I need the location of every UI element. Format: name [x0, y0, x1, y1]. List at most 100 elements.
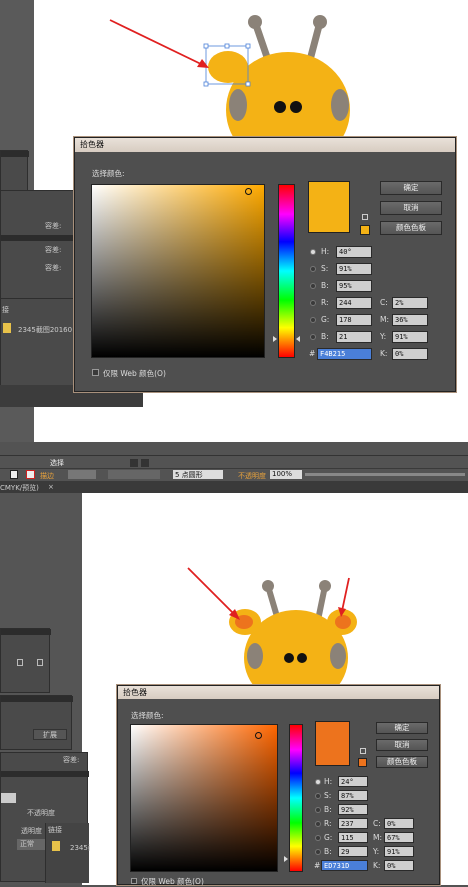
opacity-slider-track[interactable]: [305, 473, 465, 476]
stroke-swatch[interactable]: [26, 470, 35, 479]
hex-label-b: #: [314, 861, 321, 870]
opacity-field[interactable]: 100%: [270, 470, 302, 479]
red-arrow-top: [109, 19, 209, 68]
h-radio-b[interactable]: [315, 779, 321, 785]
hue-slider-handle-left[interactable]: [273, 336, 277, 342]
brush-dropdown[interactable]: 5 点圆形: [173, 470, 223, 479]
color-field-b[interactable]: [130, 724, 278, 872]
y-field-b[interactable]: 91%: [384, 846, 414, 857]
close-icon[interactable]: ×: [48, 483, 54, 491]
s-field-b[interactable]: 87%: [338, 790, 368, 801]
k-field-b[interactable]: 0%: [384, 860, 414, 871]
cancel-button-b[interactable]: 取消: [376, 739, 428, 751]
r-field-b[interactable]: 237: [338, 818, 368, 829]
b-field[interactable]: 95%: [336, 280, 372, 292]
fill-swatch[interactable]: [10, 470, 18, 479]
linked-file-name[interactable]: 2345截图20160: [18, 325, 76, 335]
blend-dropdown[interactable]: [1, 793, 16, 803]
h-radio[interactable]: [310, 249, 316, 255]
b-radio[interactable]: [310, 283, 316, 289]
cancel-button[interactable]: 取消: [380, 201, 442, 215]
hue-slider-handle-right[interactable]: [296, 336, 300, 342]
hex-field-b[interactable]: ED731D: [321, 860, 368, 871]
stroke-weight-dropdown[interactable]: [68, 470, 96, 479]
variable-width-dropdown[interactable]: [108, 470, 160, 479]
stroke-label[interactable]: 描边: [40, 471, 54, 481]
r-radio-b[interactable]: [315, 821, 321, 827]
align-icon[interactable]: [17, 659, 23, 666]
color-field-cursor[interactable]: [245, 188, 252, 195]
hex-field[interactable]: F4B215: [317, 348, 372, 360]
swatches-button-b[interactable]: 颜色色板: [376, 756, 428, 768]
y-label: Y:: [380, 332, 387, 341]
blend-mode-normal[interactable]: 正常: [17, 839, 47, 850]
y-field[interactable]: 91%: [392, 331, 428, 343]
web-color-swatch-b[interactable]: [358, 758, 367, 767]
links-tab[interactable]: 接: [2, 305, 9, 315]
m-field-b[interactable]: 67%: [384, 832, 414, 843]
expand-button[interactable]: 扩展: [33, 729, 67, 740]
web-color-swatch[interactable]: [360, 225, 370, 235]
select-color-label-b: 选择颜色:: [131, 711, 164, 720]
h-field[interactable]: 40°: [336, 246, 372, 258]
g-radio-b[interactable]: [315, 835, 321, 841]
r-field[interactable]: 244: [336, 297, 372, 309]
align-icon-2[interactable]: [37, 659, 43, 666]
s-field[interactable]: 91%: [336, 263, 372, 275]
linked-file-name-b[interactable]: 2345截图20160: [70, 843, 90, 853]
blue-field-b[interactable]: 29: [338, 846, 368, 857]
links-panel: 链接 2345截图20160: [45, 823, 90, 883]
blue-field[interactable]: 21: [336, 331, 372, 343]
tolerance-label-3: 容差:: [45, 264, 62, 272]
r-label-b: R:: [324, 819, 332, 828]
r-label: R:: [321, 298, 329, 307]
color-field-cursor-b[interactable]: [255, 732, 262, 739]
panel-arrow-icon[interactable]: [130, 459, 138, 467]
hue-slider[interactable]: [278, 184, 295, 358]
web-only-checkbox[interactable]: [92, 369, 99, 376]
color-field[interactable]: [91, 184, 265, 358]
g-label-b: G:: [324, 833, 333, 842]
g-field[interactable]: 178: [336, 314, 372, 326]
k-field[interactable]: 0%: [392, 348, 428, 360]
h-label: H:: [321, 247, 330, 256]
blue-radio[interactable]: [310, 334, 316, 340]
gamut-warning-icon-b[interactable]: [360, 748, 366, 754]
document-tab[interactable]: CMYK/预览): [0, 483, 48, 493]
r-radio[interactable]: [310, 300, 316, 306]
ok-button-b[interactable]: 确定: [376, 722, 428, 734]
links-tab-b[interactable]: 链接: [48, 825, 62, 835]
k-label-b: K:: [373, 861, 381, 870]
g-radio[interactable]: [310, 317, 316, 323]
k-label: K:: [380, 349, 388, 358]
m-label-b: M:: [373, 833, 382, 842]
new-color-swatch-b: [315, 721, 350, 766]
panel-arrow-icon-2[interactable]: [141, 459, 149, 467]
bottom-left-panel-1: [0, 628, 51, 693]
tolerance-label-2: 容差:: [45, 246, 62, 254]
hue-slider-handle-b[interactable]: [284, 856, 288, 862]
b-field-b[interactable]: 92%: [338, 804, 368, 815]
m-field[interactable]: 36%: [392, 314, 428, 326]
c-field[interactable]: 2%: [392, 297, 428, 309]
control-toolbar: 选择 描边 5 点圆形 不透明度 100%: [0, 455, 468, 481]
file-thumbnail-b: [52, 841, 60, 851]
bottom-left-panel-3: 容差: 不透明度 透明度 正常 链接 2345截图20160: [0, 752, 90, 883]
ok-button[interactable]: 确定: [380, 181, 442, 195]
color-picker-dialog-bottom: 拾色器 选择颜色: 确定 取消 颜色色板 H: 24° S: 87% B: 92…: [117, 685, 440, 886]
opacity-label[interactable]: 不透明度: [238, 471, 266, 481]
web-only-checkbox-b[interactable]: [131, 878, 137, 884]
h-field-b[interactable]: 24°: [338, 776, 368, 787]
gamut-warning-icon[interactable]: [362, 214, 368, 220]
blue-radio-b[interactable]: [315, 849, 321, 855]
b-radio-b[interactable]: [315, 807, 321, 813]
blue-label-b: B:: [324, 847, 332, 856]
hex-label: #: [309, 349, 316, 358]
web-only-label: 仅限 Web 颜色(O): [103, 369, 166, 378]
swatches-button[interactable]: 颜色色板: [380, 221, 442, 235]
c-field-b[interactable]: 0%: [384, 818, 414, 829]
s-radio[interactable]: [310, 266, 316, 272]
g-field-b[interactable]: 115: [338, 832, 368, 843]
s-radio-b[interactable]: [315, 793, 321, 799]
hue-slider-b[interactable]: [289, 724, 303, 872]
